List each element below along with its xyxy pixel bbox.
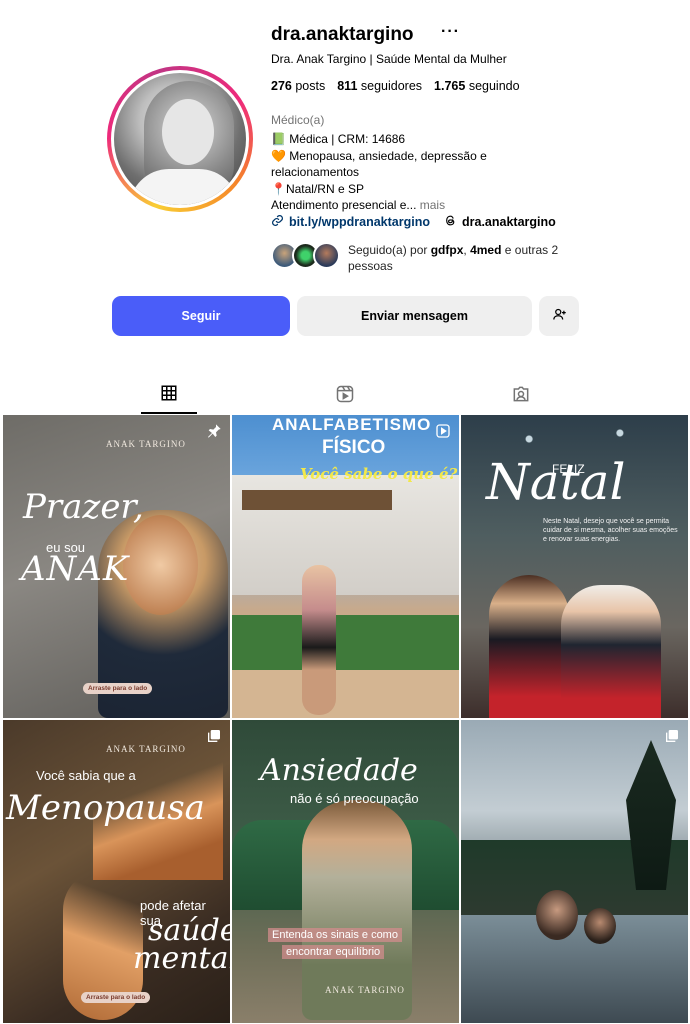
post-name: ANAK — [21, 549, 130, 589]
threads-link[interactable]: dra.anaktargino — [444, 214, 556, 230]
follower-avatars — [271, 242, 340, 269]
add-person-icon — [552, 307, 567, 325]
post-tile[interactable]: ANALFABETISMO FÍSICO Você sabe o que é? — [232, 415, 459, 718]
threads-icon — [444, 214, 457, 230]
followed-by-text: Seguido(a) por gdfpx, 4med e outras 2 pe… — [348, 242, 568, 274]
post-tile[interactable] — [461, 720, 688, 1023]
follow-button[interactable]: Seguir — [112, 296, 290, 336]
profile-category: Médico(a) — [271, 113, 325, 127]
profile-bio: 📗 Médica | CRM: 14686 🧡 Menopausa, ansie… — [271, 131, 521, 214]
posts-count: 276 — [271, 79, 292, 93]
brand-logo: ANAK TARGINO — [106, 744, 186, 754]
follower-avatar — [313, 242, 340, 269]
profile-stats: 276 posts 811 seguidores 1.765 seguindo — [271, 79, 520, 93]
person-head — [584, 908, 616, 944]
mother-figure — [489, 575, 569, 718]
sand — [232, 670, 459, 718]
grid-icon — [160, 384, 178, 407]
tab-tagged[interactable] — [493, 378, 549, 414]
avatar-border — [111, 70, 249, 208]
profile-avatar-ring[interactable] — [107, 66, 253, 212]
carousel-icon — [206, 728, 222, 749]
carousel-icon — [664, 728, 680, 749]
profile-tabs — [0, 378, 690, 414]
more-dots-icon[interactable]: ··· — [441, 23, 460, 41]
threads-handle: dra.anaktargino — [462, 215, 556, 229]
posts-stat: 276 posts — [271, 79, 325, 93]
post-tile[interactable]: FELIZ Natal Neste Natal, desejo que você… — [461, 415, 688, 718]
post-emphasis: mental? — [133, 941, 230, 976]
player-figure — [302, 565, 336, 715]
tab-posts[interactable] — [141, 378, 197, 414]
reels-icon — [335, 384, 355, 409]
link-icon — [271, 214, 284, 230]
following-count: 1.765 — [434, 79, 466, 93]
post-question: Você sabe o que é? — [300, 465, 458, 483]
following-stat[interactable]: 1.765 seguindo — [434, 79, 520, 93]
brand-logo: ANAK TARGINO — [106, 439, 186, 449]
profile-full-name: Dra. Anak Targino | Saúde Mental da Mulh… — [271, 52, 507, 66]
external-link-text: bit.ly/wppdranaktargino — [289, 215, 430, 229]
post-subheadline: FÍSICO — [322, 437, 386, 458]
following-label: seguindo — [468, 79, 520, 93]
suggest-people-button[interactable] — [539, 296, 579, 336]
posts-label: posts — [295, 79, 326, 93]
child-figure — [561, 585, 661, 718]
posts-grid: ANAK TARGINO Prazer, eu sou ANAK Arraste… — [3, 415, 688, 1023]
followers-stat[interactable]: 811 seguidores — [337, 79, 422, 93]
person-head — [536, 890, 578, 940]
post-tile[interactable]: Ansiedade não é só preocupação Entenda o… — [232, 720, 459, 1023]
bio-more-link[interactable]: mais — [416, 198, 445, 212]
swipe-hint: Arraste para o lado — [83, 683, 153, 694]
followed-by-prefix: Seguido(a) por — [348, 243, 431, 257]
profile-links: bit.ly/wppdranaktargino dra.anaktargino — [271, 214, 556, 230]
bio-line-crm: 📗 Médica | CRM: 14686 — [271, 132, 406, 146]
follower-name: gdfpx — [430, 243, 464, 257]
post-body: Neste Natal, desejo que você se permita … — [543, 518, 678, 543]
post-caption-line: Entenda os sinais e como — [268, 928, 402, 942]
post-headline: Prazer, — [23, 487, 144, 527]
avatar-face — [162, 99, 214, 165]
reel-icon — [435, 423, 451, 444]
bio-line-topics: 🧡 Menopausa, ansiedade, depressão e rela… — [271, 148, 487, 180]
avatar[interactable] — [114, 73, 246, 205]
pin-icon — [206, 423, 222, 444]
post-tile[interactable]: ANAK TARGINO Você sabia que a Menopausa … — [3, 720, 230, 1023]
send-message-button[interactable]: Enviar mensagem — [297, 296, 532, 336]
portrait-face — [123, 515, 198, 615]
follower-name: 4med — [470, 243, 502, 257]
post-tile[interactable]: ANAK TARGINO Prazer, eu sou ANAK Arraste… — [3, 415, 230, 718]
tagged-icon — [511, 384, 531, 409]
followed-by[interactable]: Seguido(a) por gdfpx, 4med e outras 2 pe… — [271, 242, 568, 274]
post-headline: ANALFABETISMO — [272, 415, 432, 434]
bio-service-text: Atendimento presencial e... — [271, 198, 417, 212]
profile-username: dra.anaktargino — [271, 24, 414, 45]
followers-label: seguidores — [360, 79, 423, 93]
external-link[interactable]: bit.ly/wppdranaktargino — [271, 214, 430, 230]
followers-count: 811 — [337, 79, 358, 93]
grass — [232, 615, 459, 675]
pine-tree — [626, 740, 676, 890]
bio-line-service: Atendimento presencial e... mais — [271, 197, 521, 214]
post-headline: Menopausa — [6, 788, 205, 828]
bio-line-location: 📍Natal/RN e SP — [271, 181, 364, 196]
post-kicker: Você sabia que a — [36, 768, 136, 783]
post-subheadline: não é só preocupação — [290, 791, 419, 806]
swipe-hint: Arraste para o lado — [81, 992, 151, 1003]
hot-spring-water — [461, 915, 688, 1023]
tab-reels[interactable] — [317, 378, 373, 414]
brand-logo: ANAK TARGINO — [325, 985, 405, 995]
post-caption-line: encontrar equilíbrio — [282, 945, 385, 959]
post-headline: Natal — [486, 453, 626, 511]
building-roof — [242, 490, 392, 510]
post-headline: Ansiedade — [260, 753, 418, 788]
